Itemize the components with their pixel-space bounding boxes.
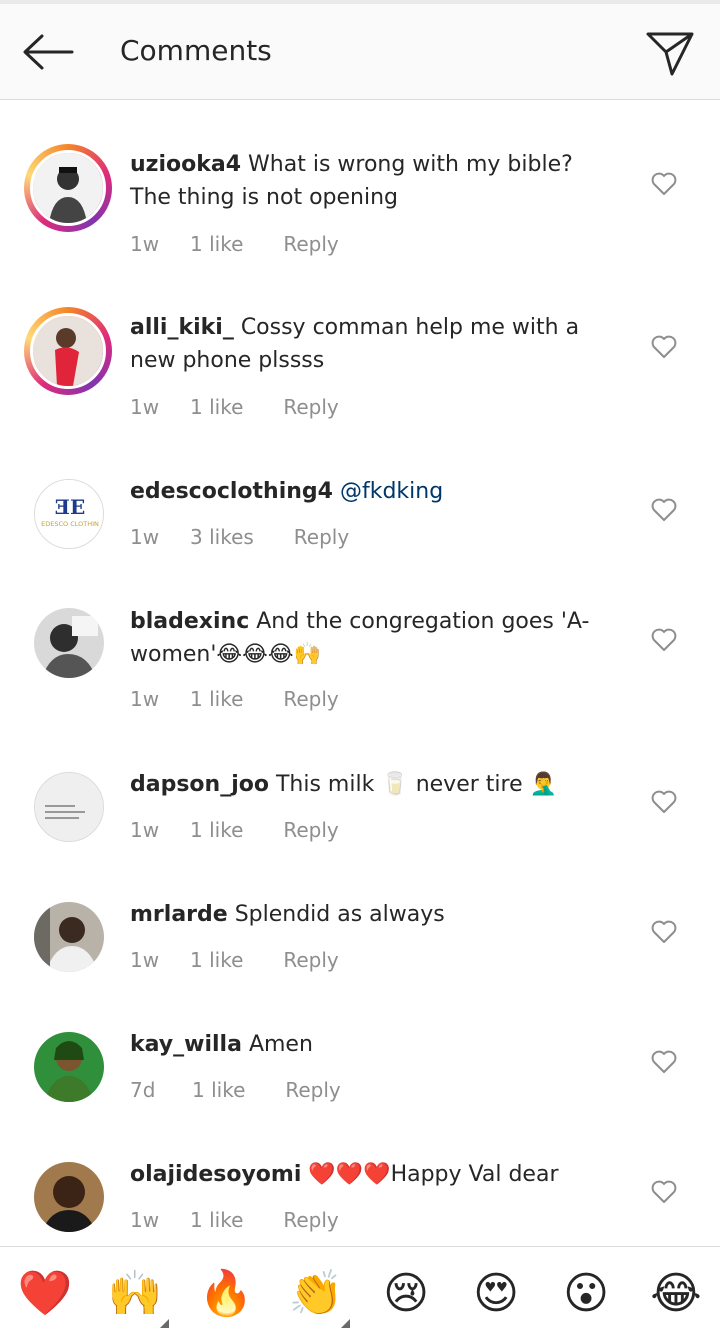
quick-reaction-bar: ❤️ 🙌 🔥 👏 😢 😍 😮 😂	[0, 1246, 720, 1331]
heart-outline-icon[interactable]	[651, 498, 677, 522]
reaction-surprised[interactable]: 😮	[556, 1269, 616, 1319]
reaction-heart[interactable]: ❤️	[15, 1269, 75, 1319]
avatar[interactable]: ƎE EDESCO CLOTHIN	[34, 479, 104, 549]
avatar[interactable]	[34, 1032, 104, 1102]
reply-button[interactable]: Reply	[285, 1078, 340, 1102]
svg-text:EDESCO CLOTHIN: EDESCO CLOTHIN	[41, 520, 99, 528]
username[interactable]: uziooka4	[130, 152, 241, 177]
timestamp: 7d	[130, 1078, 156, 1102]
reply-button[interactable]: Reply	[283, 687, 338, 711]
reply-button[interactable]: Reply	[283, 1208, 338, 1232]
reaction-clap[interactable]: 👏	[286, 1269, 346, 1319]
username[interactable]: olajidesoyomi	[130, 1162, 301, 1187]
reaction-raised-hands[interactable]: 🙌	[105, 1269, 165, 1319]
comment-meta: 1w 1 like Reply	[130, 395, 339, 419]
avatar[interactable]	[24, 307, 112, 395]
comment-text: alli_kiki_ Cossy comman help me with a n…	[130, 315, 580, 373]
avatar[interactable]	[34, 1162, 104, 1232]
variant-indicator-icon	[160, 1319, 169, 1328]
page-title: Comments	[120, 34, 272, 67]
heart-outline-icon[interactable]	[651, 920, 677, 944]
likes-count[interactable]: 1 like	[190, 818, 243, 842]
reaction-laughing[interactable]: 😂	[646, 1269, 706, 1319]
comment-meta: 1w 1 like Reply	[130, 1208, 339, 1232]
avatar[interactable]	[34, 902, 104, 972]
comment-meta: 1w 1 like Reply	[130, 818, 339, 842]
comment-text: dapson_joo This milk 🥛 never tire 🤦‍♂️	[130, 772, 557, 797]
timestamp: 1w	[130, 1208, 160, 1232]
heart-outline-icon[interactable]	[651, 335, 677, 359]
likes-count[interactable]: 1 like	[190, 948, 243, 972]
reaction-fire[interactable]: 🔥	[196, 1269, 256, 1319]
timestamp: 1w	[130, 395, 160, 419]
timestamp: 1w	[130, 687, 160, 711]
heart-outline-icon[interactable]	[651, 1180, 677, 1204]
likes-count[interactable]: 1 like	[190, 232, 243, 256]
comment-text: olajidesoyomi ❤️❤️❤️Happy Val dear	[130, 1162, 559, 1187]
avatar[interactable]	[34, 772, 104, 842]
heart-outline-icon[interactable]	[651, 172, 677, 196]
mention-link[interactable]: @fkdking	[340, 479, 443, 504]
reply-button[interactable]: Reply	[283, 232, 338, 256]
timestamp: 1w	[130, 818, 160, 842]
likes-count[interactable]: 1 like	[190, 1208, 243, 1232]
username[interactable]: mrlarde	[130, 902, 228, 927]
comment-meta: 1w 1 like Reply	[130, 232, 339, 256]
likes-count[interactable]: 1 like	[190, 687, 243, 711]
timestamp: 1w	[130, 525, 160, 549]
comment-text: mrlarde Splendid as always	[130, 902, 445, 927]
avatar[interactable]	[34, 608, 104, 678]
reply-button[interactable]: Reply	[294, 525, 349, 549]
username[interactable]: bladexinc	[130, 609, 249, 634]
likes-count[interactable]: 3 likes	[190, 525, 254, 549]
avatar[interactable]	[24, 144, 112, 232]
timestamp: 1w	[130, 232, 160, 256]
username[interactable]: kay_willa	[130, 1032, 242, 1057]
paper-plane-icon[interactable]	[644, 28, 696, 80]
reply-button[interactable]: Reply	[283, 948, 338, 972]
username[interactable]: dapson_joo	[130, 772, 269, 797]
likes-count[interactable]: 1 like	[192, 1078, 245, 1102]
app-header: Comments	[0, 4, 720, 100]
reply-button[interactable]: Reply	[283, 818, 338, 842]
comment-meta: 1w 1 like Reply	[130, 687, 339, 711]
heart-outline-icon[interactable]	[651, 1050, 677, 1074]
reply-button[interactable]: Reply	[283, 395, 338, 419]
svg-text:ƎE: ƎE	[55, 495, 86, 519]
comment-meta: 1w 1 like Reply	[130, 948, 339, 972]
comment-text: kay_willa Amen	[130, 1032, 313, 1057]
timestamp: 1w	[130, 948, 160, 972]
heart-outline-icon[interactable]	[651, 628, 677, 652]
variant-indicator-icon	[341, 1319, 350, 1328]
comment-text: bladexinc And the congregation goes 'A-w…	[130, 609, 590, 667]
reaction-cry[interactable]: 😢	[376, 1269, 436, 1319]
comment-meta: 1w 3 likes Reply	[130, 525, 349, 549]
reaction-heart-eyes[interactable]: 😍	[466, 1269, 526, 1319]
likes-count[interactable]: 1 like	[190, 395, 243, 419]
username[interactable]: edescoclothing4	[130, 479, 333, 504]
comment-text: uziooka4 What is wrong with my bible? Th…	[130, 152, 573, 210]
comment-meta: 7d 1 like Reply	[130, 1078, 341, 1102]
heart-outline-icon[interactable]	[651, 790, 677, 814]
comment-text: edescoclothing4 @fkdking	[130, 475, 610, 508]
back-arrow-icon[interactable]	[20, 32, 74, 72]
username[interactable]: alli_kiki_	[130, 315, 234, 340]
